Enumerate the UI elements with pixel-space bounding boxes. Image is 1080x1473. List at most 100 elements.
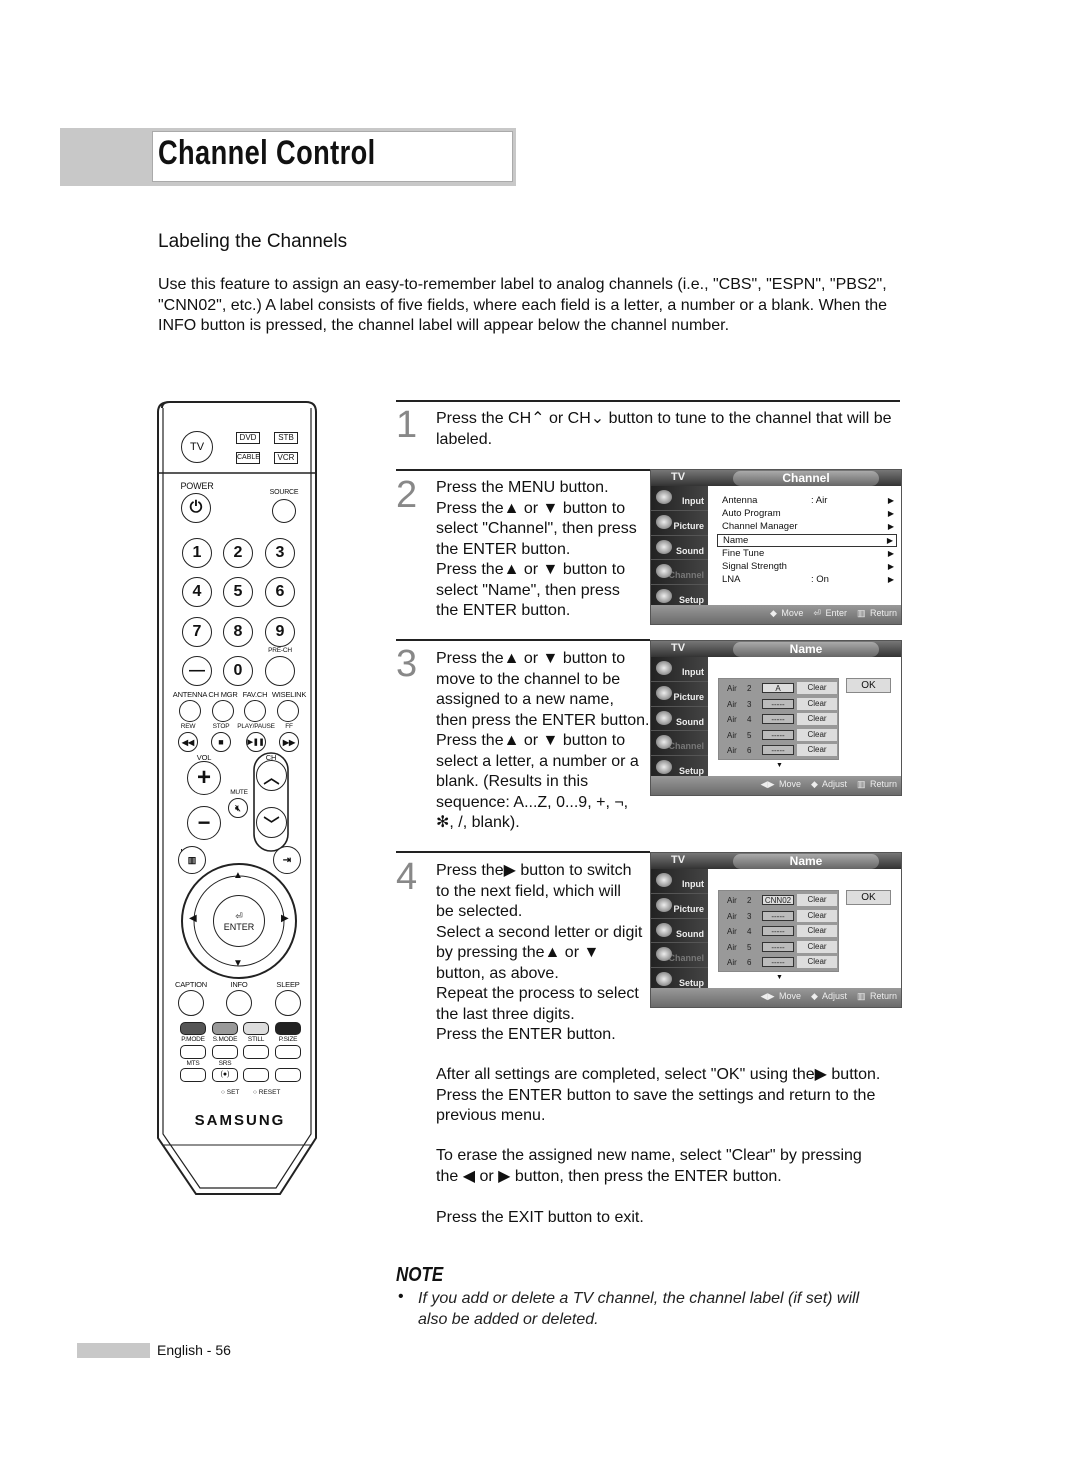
osd-sidebar-item-sound[interactable]: Sound xyxy=(651,536,708,561)
color-key-2[interactable] xyxy=(212,1022,238,1035)
set-button[interactable]: ○ SET xyxy=(221,1089,239,1096)
osd-sidebar-item-picture[interactable]: Picture xyxy=(651,511,708,536)
osd-clear-button[interactable]: Clear xyxy=(797,682,837,694)
volume-up-button[interactable]: + xyxy=(187,761,221,795)
stop-button[interactable]: ■ xyxy=(211,732,231,752)
section-title: Labeling the Channels xyxy=(158,231,348,252)
vcr-mode-button[interactable]: VCR xyxy=(274,452,298,464)
chmgr-button[interactable] xyxy=(212,700,234,722)
osd-clear-button[interactable]: Clear xyxy=(797,713,837,726)
info-button[interactable] xyxy=(226,990,252,1016)
osd-sidebar-item-picture[interactable]: Picture xyxy=(651,894,708,919)
digit-0-button[interactable]: 0 xyxy=(223,656,253,686)
osd-menu-item[interactable]: LNA: On ▶ xyxy=(717,573,897,586)
srs-button[interactable]: (●) xyxy=(212,1068,238,1082)
digit-6-button[interactable]: 6 xyxy=(265,577,295,607)
digit-4-button[interactable]: 4 xyxy=(182,577,212,607)
still-button[interactable] xyxy=(243,1045,269,1059)
osd-menu-item[interactable]: Fine Tune ▶ xyxy=(717,547,897,560)
rew-button[interactable]: ◀◀ xyxy=(178,732,198,752)
mute-button[interactable]: 🔇︎ xyxy=(228,798,248,818)
caption-button[interactable] xyxy=(178,990,204,1016)
osd-name-field[interactable]: ----- xyxy=(762,957,794,968)
favch-button[interactable] xyxy=(244,700,266,722)
smode-button[interactable] xyxy=(212,1045,238,1059)
osd-clear-button[interactable]: Clear xyxy=(797,744,837,757)
color-key-1[interactable] xyxy=(180,1022,206,1035)
osd-name-row: Air 5 ----- Clear xyxy=(723,728,837,744)
enter-button[interactable]: ⏎ ENTER xyxy=(213,895,265,947)
osd-name-field[interactable]: ----- xyxy=(762,745,794,756)
osd-clear-button[interactable]: Clear xyxy=(797,728,837,741)
volume-down-button[interactable]: − xyxy=(187,806,221,840)
osd-name-field[interactable]: ----- xyxy=(762,910,794,921)
dash-button[interactable]: — xyxy=(182,656,212,686)
osd-clear-button[interactable]: Clear xyxy=(797,697,837,710)
digit-5-button[interactable]: 5 xyxy=(223,577,253,607)
menu-button[interactable]: ▥ xyxy=(178,846,206,874)
osd-menu-item[interactable]: Antenna: Air ▶ xyxy=(717,494,897,507)
blank-button[interactable] xyxy=(243,1068,269,1082)
exit-button[interactable]: ⇥ xyxy=(273,846,301,874)
digit-2-button[interactable]: 2 xyxy=(223,538,253,568)
sleep-button[interactable] xyxy=(275,990,301,1016)
ff-button[interactable]: ▶▶ xyxy=(279,732,299,752)
osd-clear-button[interactable]: Clear xyxy=(797,940,837,953)
antenna-button[interactable] xyxy=(179,700,201,722)
osd-sidebar-item-channel[interactable]: Channel xyxy=(651,731,708,757)
stb-mode-button[interactable]: STB xyxy=(274,432,298,444)
osd-name-field[interactable]: ----- xyxy=(762,698,794,709)
osd-clear-button[interactable]: Clear xyxy=(797,956,837,969)
osd-sidebar-item-channel[interactable]: Channel xyxy=(651,560,708,586)
osd-sidebar-item-input[interactable]: Input xyxy=(651,657,708,682)
osd-sidebar-item-channel[interactable]: Channel xyxy=(651,943,708,969)
osd-name-field[interactable]: A xyxy=(762,683,794,693)
channel-up-button[interactable]: ︿ xyxy=(256,760,287,791)
cable-mode-button[interactable]: CABLE xyxy=(236,452,260,464)
digit-3-button[interactable]: 3 xyxy=(265,538,295,568)
prech-button[interactable] xyxy=(265,656,295,686)
blank-button[interactable] xyxy=(275,1068,301,1082)
mts-button[interactable] xyxy=(180,1068,206,1082)
channel-down-button[interactable]: ﹀ xyxy=(256,807,287,838)
osd-sidebar-item-input[interactable]: Input xyxy=(651,486,708,511)
wiselink-button[interactable] xyxy=(277,700,299,722)
osd-clear-button[interactable]: Clear xyxy=(797,909,837,922)
rew-label: REW xyxy=(180,723,196,730)
up-arrow-button[interactable]: ▲ xyxy=(233,870,243,881)
digit-7-button[interactable]: 7 xyxy=(182,617,212,647)
osd-sidebar-item-sound[interactable]: Sound xyxy=(651,919,708,944)
digit-9-button[interactable]: 9 xyxy=(265,617,295,647)
osd-ok-button[interactable]: OK xyxy=(846,678,891,693)
left-arrow-button[interactable]: ◀ xyxy=(189,913,197,924)
source-button[interactable] xyxy=(272,499,296,523)
osd-sidebar-item-sound[interactable]: Sound xyxy=(651,707,708,732)
osd-menu-item[interactable]: Channel Manager ▶ xyxy=(717,520,897,533)
reset-button[interactable]: ○ RESET xyxy=(253,1089,280,1096)
osd-sidebar-item-input[interactable]: Input xyxy=(651,869,708,894)
power-button[interactable]: ⏻ xyxy=(181,493,211,523)
dvd-mode-button[interactable]: DVD xyxy=(236,432,260,444)
digit-1-button[interactable]: 1 xyxy=(182,538,212,568)
color-key-3[interactable] xyxy=(243,1022,269,1035)
osd-sidebar-item-picture[interactable]: Picture xyxy=(651,682,708,707)
osd-menu-item[interactable]: Signal Strength ▶ xyxy=(717,560,897,573)
osd-ok-button[interactable]: OK xyxy=(846,890,891,905)
osd-clear-button[interactable]: Clear xyxy=(797,894,837,906)
down-arrow-button[interactable]: ▼ xyxy=(233,958,243,969)
osd-clear-button[interactable]: Clear xyxy=(797,925,837,938)
digit-8-button[interactable]: 8 xyxy=(223,617,253,647)
osd-menu-item[interactable]: Auto Program ▶ xyxy=(717,507,897,520)
osd-name-field[interactable]: ----- xyxy=(762,941,794,952)
osd-name-field[interactable]: ----- xyxy=(762,926,794,937)
psize-button[interactable] xyxy=(275,1045,301,1059)
play-pause-button[interactable]: ▶❚❚ xyxy=(246,732,266,752)
osd-name-field[interactable]: ----- xyxy=(762,729,794,740)
osd-name-field[interactable]: CNN02 xyxy=(762,895,794,905)
osd-name-field[interactable]: ----- xyxy=(762,714,794,725)
osd-menu-item[interactable]: Name ▶ xyxy=(717,533,897,547)
pmode-button[interactable] xyxy=(180,1045,206,1059)
right-arrow-button[interactable]: ▶ xyxy=(281,913,289,924)
tv-mode-button[interactable]: TV xyxy=(181,431,213,463)
color-key-4[interactable] xyxy=(275,1022,301,1035)
